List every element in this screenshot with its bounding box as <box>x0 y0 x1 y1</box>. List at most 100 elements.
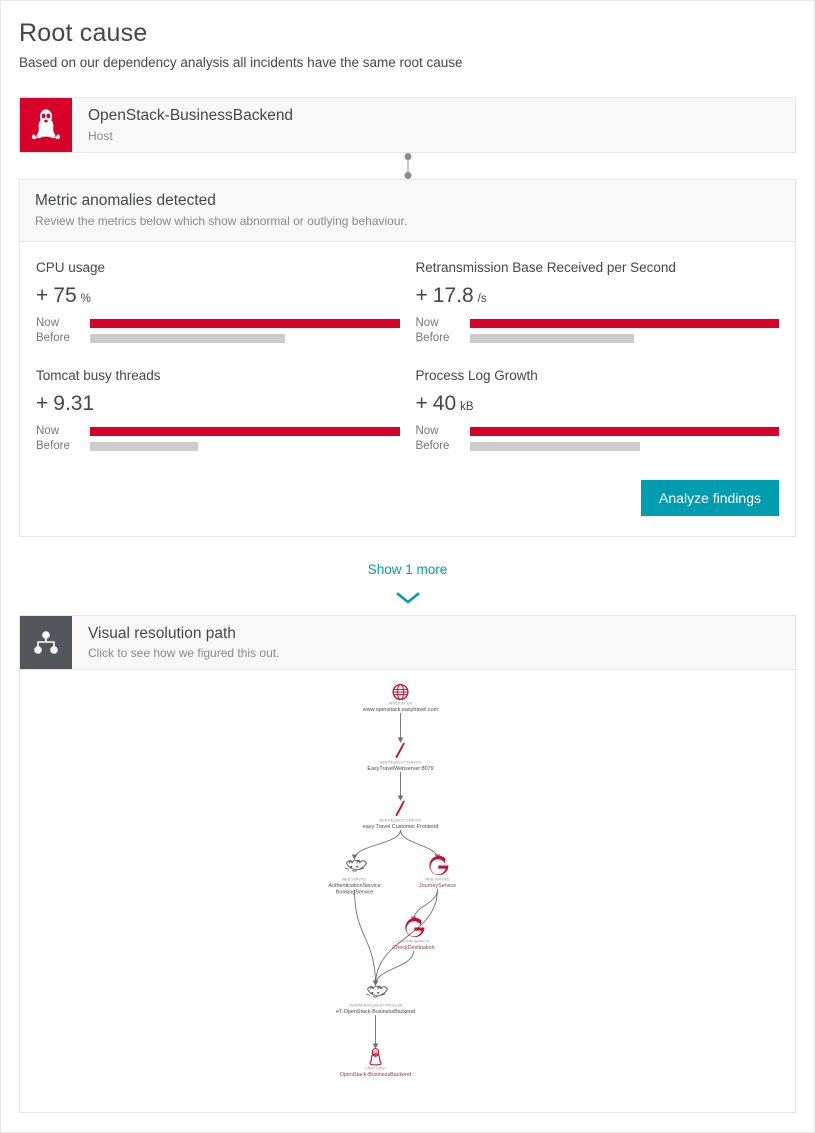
metric-card[interactable]: Tomcat busy threads +9.31 Now Before <box>36 368 400 476</box>
metric-bars: Now Before <box>36 424 400 454</box>
panel-actions: Analyze findings <box>20 476 795 536</box>
svg-text:AuthenticationService: AuthenticationService <box>328 883 380 889</box>
entity-type: Host <box>88 128 113 143</box>
metric-bar-track-now <box>469 424 779 439</box>
diagram-edge <box>372 950 414 986</box>
show-more-link[interactable]: Show 1 more <box>368 562 448 577</box>
metric-bar-fill-before <box>469 333 634 343</box>
metric-bar-track-before <box>469 439 780 454</box>
diagram-node[interactable]: WEB SERVICEAuthenticationServiceBookingS… <box>328 859 381 895</box>
metric-bar-row-now: Now <box>415 424 779 439</box>
svg-text:BookingService: BookingService <box>336 889 373 895</box>
diagram-edge <box>410 889 438 922</box>
metric-bar-label-before: Before <box>36 439 70 452</box>
metric-bar-row-now: Now <box>36 424 400 439</box>
metric-value: +17.8/s <box>416 285 780 306</box>
svg-text:LINUX HOST: LINUX HOST <box>365 1067 386 1071</box>
metric-bar-track-before <box>90 439 400 454</box>
svg-text:WEB SERVICE: WEB SERVICE <box>342 878 367 882</box>
metric-anomalies-panel: Metric anomalies detected Review the met… <box>19 179 796 538</box>
metric-number: 40 <box>432 392 457 416</box>
svg-text:JAVA/WEB REQUEST PROCESS: JAVA/WEB REQUEST PROCESS <box>349 1004 403 1008</box>
svg-text:EasyTravelWebserver:8079: EasyTravelWebserver:8079 <box>367 766 433 772</box>
resolution-path-diagram[interactable]: APPLICATION www.openstack.easytravel.com W… <box>20 670 795 1113</box>
metric-value: +40 kB <box>416 393 780 414</box>
show-more-area[interactable]: Show 1 more <box>1 537 814 615</box>
diagram-node[interactable]: APPLICATIONwww.openstack.easytravel.com <box>362 683 439 713</box>
metric-number: 17.8 <box>432 283 474 307</box>
metric-bar-fill-now <box>90 427 400 437</box>
diagram-node[interactable]: WEB SERVICEJourneyService <box>419 855 456 889</box>
metric-number: 75 <box>53 283 77 307</box>
topology-tree-icon <box>20 616 72 670</box>
root-cause-entity-card[interactable]: OpenStack-BusinessBackend Host <box>19 97 796 154</box>
analyze-findings-button[interactable]: Analyze findings <box>641 480 779 517</box>
visual-resolution-path-header[interactable]: Visual resolution path Click to see how … <box>20 616 795 671</box>
visual-resolution-path-title: Visual resolution path <box>88 624 236 642</box>
metric-anomalies-header: Metric anomalies detected Review the met… <box>20 180 795 242</box>
diagram-node[interactable]: WEB REQUEST SERVICEEasyTravelWebserver:8… <box>367 742 434 772</box>
diagram-node[interactable]: WEB REQUEST SERVICEeasy Travel Customer … <box>363 800 439 830</box>
metric-bar-fill-now <box>90 318 400 328</box>
metric-bar-label-now: Now <box>36 424 60 437</box>
diagram-edge <box>400 829 441 860</box>
metric-bar-fill-before <box>90 442 199 452</box>
metric-sign: + <box>36 392 49 416</box>
metric-bars: Now Before <box>36 316 400 346</box>
svg-text:www.openstack.easytravel.com: www.openstack.easytravel.com <box>362 707 439 713</box>
diagram-edge <box>351 829 401 860</box>
metric-bar-track-now <box>90 316 400 331</box>
svg-text:WEB REQUEST SERVICE: WEB REQUEST SERVICE <box>379 819 422 823</box>
metric-name: Process Log Growth <box>415 367 538 383</box>
svg-text:easy Travel Customer Frontend: easy Travel Customer Frontend <box>363 824 439 830</box>
tux-linux-icon <box>20 98 72 153</box>
metric-bar-label-before: Before <box>36 331 70 344</box>
metric-card[interactable]: CPU usage +75% Now Before <box>36 260 400 368</box>
chevron-down-icon[interactable] <box>395 591 421 605</box>
metric-number: 9.31 <box>53 392 95 416</box>
diagram-node[interactable]: CUSTOM SERVICECheckDestination <box>392 917 435 951</box>
metric-card[interactable]: Retransmission Base Received per Second +… <box>415 260 780 368</box>
metric-unit: kB <box>460 401 474 414</box>
metric-anomalies-title: Metric anomalies detected <box>35 192 216 210</box>
page-title: Root cause <box>19 19 148 47</box>
diagram-node[interactable]: LINUX HOSTOpenStack-BusinessBackend <box>340 1047 411 1079</box>
root-cause-page: Root cause Based on our dependency analy… <box>0 0 815 1133</box>
metric-sign: + <box>415 392 428 416</box>
visual-resolution-path-text: Visual resolution path Click to see how … <box>72 616 279 669</box>
metric-value: +75% <box>36 285 400 306</box>
svg-text:WEB SERVICE: WEB SERVICE <box>425 878 450 882</box>
visual-resolution-path-subtitle: Click to see how we figured this out. <box>88 646 280 661</box>
connector-dot-bottom <box>404 172 411 180</box>
svg-text:APPLICATION: APPLICATION <box>389 702 413 706</box>
page-header: Root cause Based on our dependency analy… <box>1 1 814 71</box>
resolution-path-svg[interactable]: APPLICATIONwww.openstack.easytravel.com W… <box>20 678 795 1098</box>
metric-bar-label-now: Now <box>415 316 439 329</box>
metric-bar-row-before: Before <box>416 331 780 346</box>
metric-bar-row-before: Before <box>36 331 400 346</box>
card-connector <box>19 153 796 180</box>
metric-unit: /s <box>477 292 487 305</box>
metric-anomalies-subtitle: Review the metrics below which show abno… <box>35 213 408 228</box>
metric-name: Tomcat busy threads <box>36 367 161 383</box>
metric-bar-label-now: Now <box>415 424 439 437</box>
metric-bar-track-before <box>90 331 400 346</box>
metrics-grid: CPU usage +75% Now Before Retransmission Bas… <box>20 242 795 476</box>
metric-bar-fill-now <box>469 318 779 328</box>
visual-resolution-path-panel[interactable]: Visual resolution path Click to see how … <box>19 615 796 1114</box>
metric-unit: % <box>80 292 91 305</box>
metric-bar-track-now <box>469 316 779 331</box>
metric-value: +9.31 <box>36 393 400 414</box>
diagram-node[interactable]: JAVA/WEB REQUEST PROCESSeT-OpenStack-Bus… <box>336 985 415 1015</box>
metric-bar-row-before: Before <box>36 439 400 454</box>
metric-sign: + <box>415 283 428 307</box>
page-subtitle: Based on our dependency analysis all inc… <box>19 54 463 70</box>
metric-bar-track-now <box>90 424 400 439</box>
metric-bar-fill-before <box>469 442 640 452</box>
svg-text:OpenStack-BusinessBackend: OpenStack-BusinessBackend <box>340 1072 411 1078</box>
metric-bars: Now Before <box>415 424 780 454</box>
entity-meta: OpenStack-BusinessBackend Host <box>72 98 293 152</box>
svg-text:JourneyService: JourneyService <box>419 883 456 889</box>
metric-card[interactable]: Process Log Growth +40 kB Now Before <box>415 367 780 476</box>
metric-bar-fill-now <box>469 427 779 437</box>
